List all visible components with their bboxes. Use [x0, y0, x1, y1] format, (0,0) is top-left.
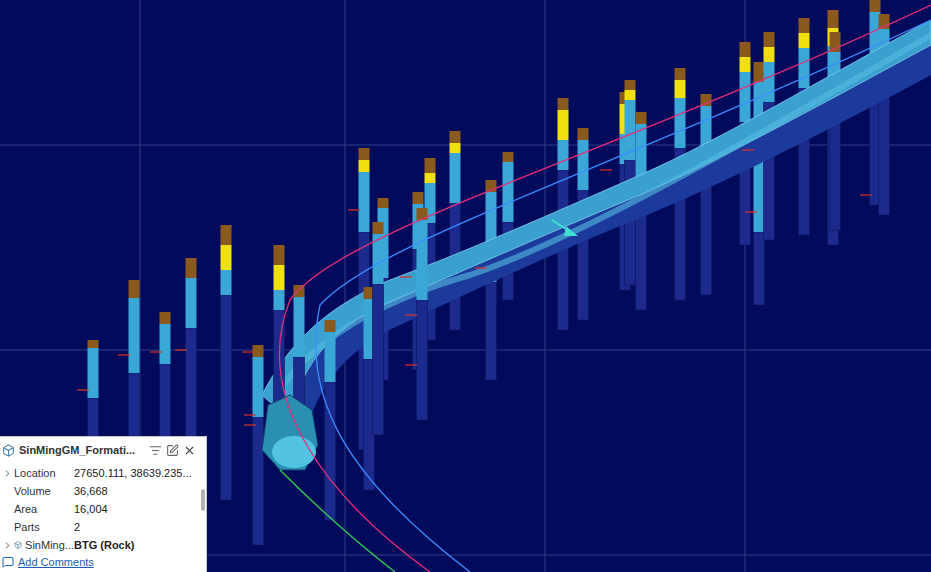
property-label: Location — [14, 467, 74, 479]
scrollbar[interactable] — [201, 489, 205, 511]
property-value: 16,004 — [74, 503, 196, 515]
grid — [0, 0, 931, 572]
property-value: 27650.111, 38639.235... — [74, 467, 196, 479]
drill-hole[interactable] — [221, 225, 232, 500]
property-label: Area — [14, 503, 74, 515]
panel-title: SinMingGM_Formati... — [19, 444, 145, 456]
property-row: Area16,004 — [2, 500, 196, 518]
close-icon[interactable] — [183, 444, 196, 457]
interval-ticks — [77, 150, 872, 425]
expand-icon[interactable] — [2, 468, 13, 479]
edit-icon[interactable] — [166, 444, 179, 457]
green-trace — [280, 470, 395, 572]
panel-header: SinMingGM_Formati... — [2, 440, 196, 464]
magenta-trace — [279, 5, 931, 572]
expand-icon[interactable] — [2, 540, 13, 551]
formation-surface[interactable] — [262, 20, 931, 420]
comment-icon — [2, 556, 14, 568]
orientation-marker-icon — [552, 220, 578, 236]
formation-end-cap[interactable] — [262, 395, 318, 470]
property-value: 36,668 — [74, 485, 196, 497]
property-row: Parts2 — [2, 518, 196, 536]
properties-panel: SinMingGM_Formati... Location27650.111, 3… — [0, 436, 207, 572]
drill-hole[interactable] — [373, 222, 384, 435]
drill-hole[interactable] — [701, 94, 712, 295]
geology-model-icon — [2, 444, 15, 457]
3d-viewport[interactable]: SinMingGM_Formati... Location27650.111, 3… — [0, 0, 931, 572]
formation-underside[interactable] — [290, 45, 931, 460]
property-label: Parts — [14, 521, 74, 533]
blue-trace — [316, 20, 931, 572]
child-label: SinMing... — [14, 539, 74, 551]
property-label: Volume — [14, 485, 74, 497]
drill-hole[interactable] — [503, 152, 514, 300]
property-value: 2 — [74, 521, 196, 533]
filter-icon[interactable] — [149, 444, 162, 457]
object-icon — [14, 539, 22, 551]
property-row[interactable]: Location27650.111, 38639.235... — [2, 464, 196, 482]
property-row: Volume36,668 — [2, 482, 196, 500]
child-object-row[interactable]: SinMing...BTG (Rock) — [2, 536, 196, 554]
child-value: BTG (Rock) — [74, 539, 196, 551]
add-comments-link[interactable]: Add Comments — [2, 554, 196, 570]
drill-hole[interactable] — [325, 320, 336, 520]
drill-hole[interactable] — [253, 345, 264, 545]
